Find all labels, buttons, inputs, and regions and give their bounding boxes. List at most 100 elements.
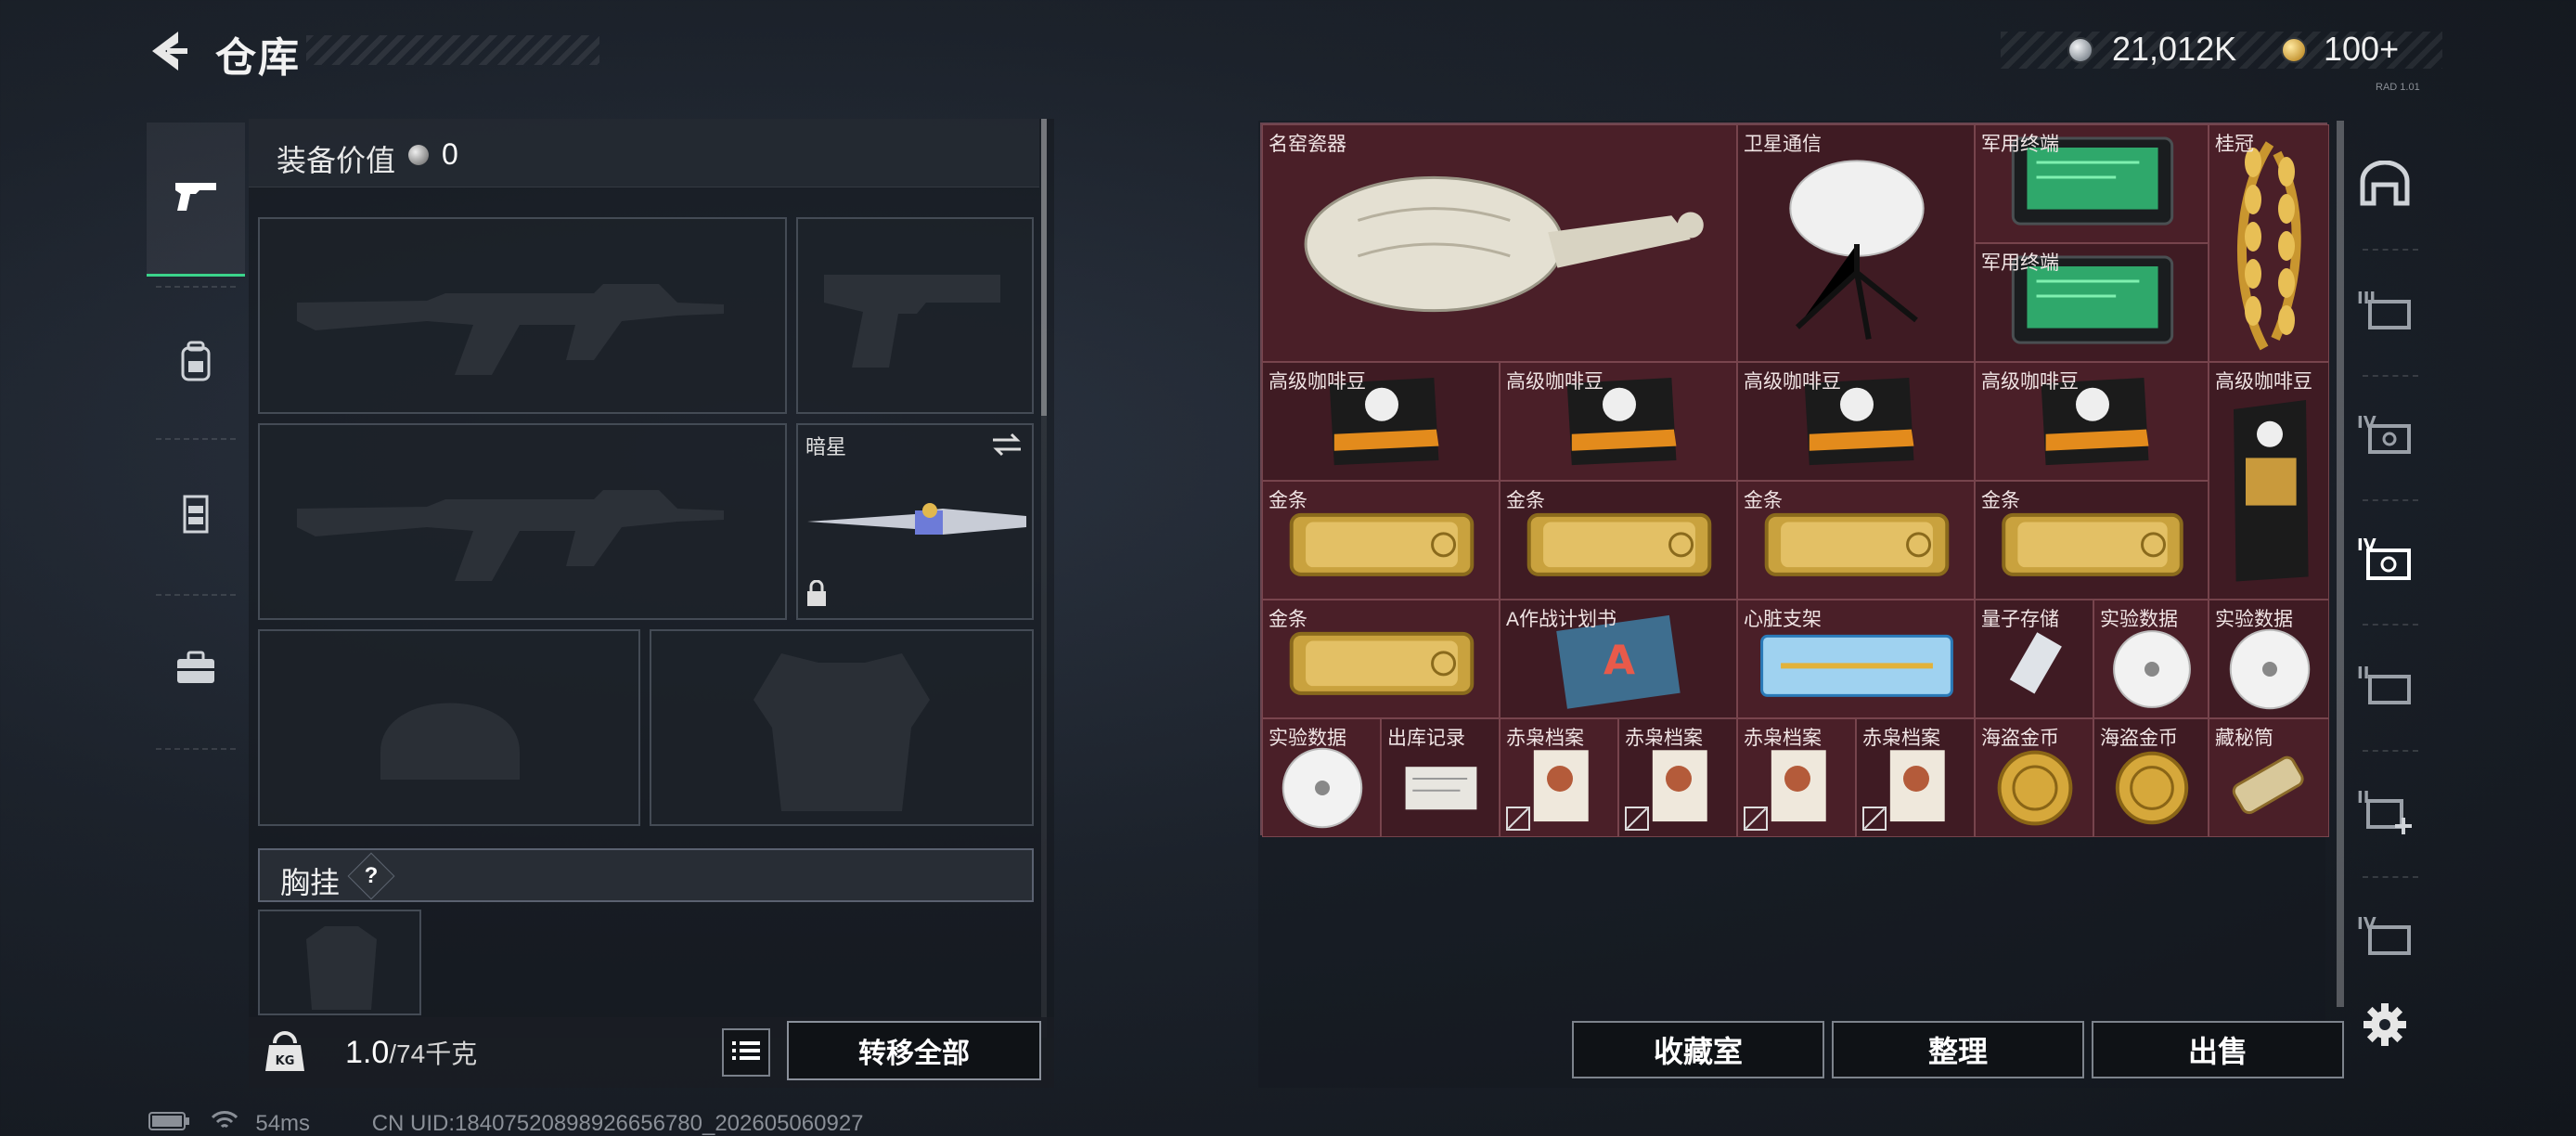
silver-amount[interactable]: 21,012K [2112, 30, 2236, 69]
unmarked-icon [1862, 807, 1887, 831]
swap-icon[interactable] [991, 432, 1023, 461]
stash-item[interactable]: 军用终端 [1975, 124, 2209, 243]
ping-readout: 54ms [255, 1110, 311, 1136]
stash-item[interactable]: 实验数据 [2093, 600, 2209, 718]
list-view-button[interactable] [722, 1028, 770, 1077]
stash-item[interactable]: 高级咖啡豆 [1500, 362, 1737, 481]
stash-item[interactable]: 桂冠 [2209, 124, 2329, 362]
stash-item[interactable]: 心脏支架 [1737, 600, 1975, 718]
briefcase-icon [174, 650, 217, 691]
stash-tab-2[interactable]: II [2357, 659, 2413, 715]
stash-tab-main[interactable] [2357, 158, 2413, 213]
stash-item[interactable]: 高级咖啡豆 [1262, 362, 1500, 481]
sort-button[interactable]: 整理 [1832, 1021, 2084, 1078]
sell-button[interactable]: 出售 [2092, 1021, 2344, 1078]
unmarked-icon [1506, 807, 1530, 831]
armor-slot[interactable] [650, 629, 1034, 826]
primary-weapon-slot-2[interactable] [258, 423, 787, 620]
stash-item-label: 高级咖啡豆 [1981, 371, 2079, 393]
side-divider [2363, 750, 2418, 752]
weight-max: /74千克 [389, 1039, 478, 1068]
stash-item-label: 桂冠 [2215, 134, 2254, 155]
pistol-icon [172, 177, 220, 219]
stash-item[interactable]: 出库记录 [1381, 718, 1500, 837]
tab-divider [156, 748, 236, 750]
stash-item[interactable]: 金条 [1262, 600, 1500, 718]
silver-coin-icon [2067, 37, 2093, 63]
vest-icon [177, 493, 214, 540]
wifi-icon [211, 1110, 238, 1136]
stash-item[interactable]: 赤枭档案 [1856, 718, 1975, 837]
tab-vest[interactable] [147, 442, 245, 590]
helmet-slot[interactable] [258, 629, 640, 826]
collection-room-button[interactable]: 收藏室 [1572, 1021, 1824, 1078]
stash-tab-add[interactable]: II [2357, 785, 2413, 841]
gear-icon [2362, 1001, 2408, 1052]
stash-item[interactable]: 高级咖啡豆 [1975, 362, 2209, 481]
stash-item[interactable]: 名窑瓷器 [1262, 124, 1737, 362]
gold-amount[interactable]: 100+ [2324, 30, 2399, 69]
stash-item[interactable]: 赤枭档案 [1618, 718, 1737, 837]
equipment-scrollbar-thumb[interactable] [1041, 119, 1047, 416]
pistol-slot[interactable] [796, 217, 1034, 414]
side-divider [2363, 499, 2418, 501]
svg-text:III: III [2357, 289, 2376, 308]
vase-icon [1263, 125, 1736, 361]
stash-item[interactable]: 海盗金币 [2093, 718, 2209, 837]
stash-scrollbar[interactable] [2337, 121, 2344, 1007]
coffee-tall-icon [2209, 363, 2328, 599]
stash-item[interactable]: 金条 [1975, 481, 2209, 600]
tab-case[interactable] [147, 596, 245, 744]
gold-coin-icon [2281, 37, 2307, 63]
stash-item[interactable]: 军用终端 [1975, 243, 2209, 362]
stash-tab-4c[interactable]: IV [2357, 910, 2413, 965]
stash-item-label: A作战计划书 [1506, 609, 1617, 630]
page-title: 仓库 [215, 35, 301, 81]
silver-coin-icon [408, 145, 429, 165]
backpack-icon [177, 341, 214, 388]
stash-item-label: 心脏支架 [1744, 609, 1822, 630]
weight-readout: 1.0/74千克 [345, 1034, 477, 1071]
list-icon [732, 1039, 760, 1066]
transfer-all-button[interactable]: 转移全部 [787, 1021, 1041, 1080]
settings-button[interactable] [2357, 999, 2413, 1054]
stash-tab-3[interactable]: III [2357, 284, 2413, 340]
primary-weapon-slot-1[interactable] [258, 217, 787, 414]
chest-rig-slot[interactable] [258, 910, 421, 1015]
melee-slot-label: 暗星 [805, 435, 847, 458]
stash-item[interactable]: 高级咖啡豆 [1737, 362, 1975, 481]
stash-item[interactable]: A作战计划书 A [1500, 600, 1737, 718]
chest-rig-header: 胸挂 ? [258, 848, 1034, 902]
stash-item[interactable]: 金条 [1262, 481, 1500, 600]
back-arrow-icon[interactable] [147, 28, 193, 74]
help-icon[interactable]: ? [347, 852, 395, 900]
stash-item[interactable]: 实验数据 [1262, 718, 1381, 837]
stash-item[interactable]: 金条 [1737, 481, 1975, 600]
weight-current: 1.0 [345, 1035, 390, 1070]
stash-item[interactable]: 赤枭档案 [1500, 718, 1618, 837]
stash-item[interactable]: 赤枭档案 [1737, 718, 1856, 837]
tab-weapons[interactable] [147, 123, 245, 277]
stash-item-label: 高级咖啡豆 [1269, 371, 1366, 393]
stash-item-label: 海盗金币 [2100, 728, 2178, 749]
stash-item-label: 金条 [1269, 490, 1307, 511]
stash-item[interactable]: 实验数据 [2209, 600, 2329, 718]
svg-text:II: II [2357, 664, 2369, 683]
stash-tab-4b[interactable]: IV [2357, 533, 2413, 588]
tab-divider [156, 286, 236, 288]
svg-text:A: A [1604, 637, 1635, 684]
stash-item[interactable]: 藏秘筒 [2209, 718, 2329, 837]
stash-item[interactable]: 海盗金币 [1975, 718, 2093, 837]
top-bar: 仓库 21,012K 100+ RAD 1.01 [0, 0, 2576, 102]
helmet-silhouette-icon [380, 703, 520, 780]
stash-item-label: 赤枭档案 [1744, 728, 1822, 749]
melee-slot[interactable]: 暗星 [796, 423, 1034, 620]
stash-item[interactable]: 高级咖啡豆 [2209, 362, 2329, 600]
tab-backpack[interactable] [147, 290, 245, 438]
weight-bar: KG 1.0/74千克 转移全部 [249, 1017, 1054, 1088]
stash-item[interactable]: 量子存储 [1975, 600, 2093, 718]
stash-tab-4a[interactable]: IV [2357, 408, 2413, 464]
stash-item-label: 实验数据 [2215, 609, 2293, 630]
stash-item[interactable]: 卫星通信 [1737, 124, 1975, 362]
stash-item[interactable]: 金条 [1500, 481, 1737, 600]
